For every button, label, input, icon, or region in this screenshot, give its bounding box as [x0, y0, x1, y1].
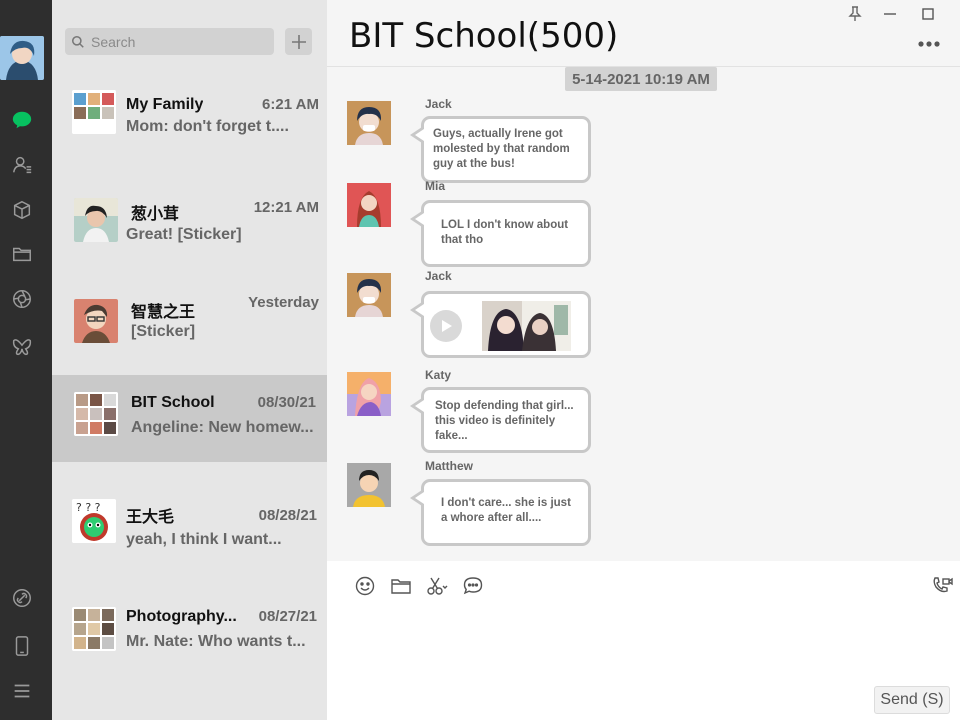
chat-icon[interactable] [8, 106, 36, 134]
conversation-item[interactable]: 智慧之王 Yesterday [Sticker] [52, 272, 327, 375]
sender-avatar[interactable] [347, 101, 391, 145]
send-button[interactable]: Send (S) [874, 686, 950, 714]
conversation-preview: Angeline: New homew... [131, 419, 314, 436]
contacts-icon[interactable] [8, 151, 36, 179]
message-bubble[interactable]: I don't care... she is just a whore afte… [410, 479, 591, 546]
play-icon[interactable] [430, 310, 462, 342]
more-options-button[interactable] [918, 30, 940, 53]
conversation-time: 08/28/21 [258, 507, 317, 524]
message-text: Stop defending that girl... this video i… [435, 400, 574, 442]
comment-icon[interactable] [462, 575, 484, 597]
message-text: Guys, actually Irene got molested by tha… [433, 128, 570, 170]
chat-header: BIT School(500) [327, 0, 960, 67]
minimize-icon[interactable] [881, 6, 899, 22]
conversation-item[interactable]: Photography... 08/27/21 Mr. Nate: Who wa… [52, 570, 327, 690]
cube-icon[interactable] [8, 196, 36, 224]
date-divider: 5-14-2021 10:19 AM [565, 67, 717, 91]
conversation-item-selected[interactable]: BIT School 08/30/21 Angeline: New homew.… [52, 375, 327, 462]
sender-avatar[interactable] [347, 183, 391, 227]
conversation-list: My Family 6:21 AM Mom: don't forget t...… [52, 0, 327, 720]
conversation-name: Photography... [126, 608, 237, 625]
conversation-preview: Mom: don't forget t.... [126, 118, 289, 135]
message-text: LOL I don't know about that tho [441, 219, 569, 246]
more-icon [918, 41, 940, 47]
message-bubble[interactable]: LOL I don't know about that tho [410, 200, 591, 267]
conversation-preview: Great! [Sticker] [126, 226, 242, 243]
message-bubble[interactable]: Stop defending that girl... this video i… [410, 387, 591, 453]
group-avatar [72, 90, 116, 134]
conversation-item[interactable]: 葱小茸 12:21 AM Great! [Sticker] [52, 170, 327, 272]
sender-name: Jack [425, 269, 452, 283]
conversation-name: My Family [126, 96, 204, 113]
conversation-preview: Mr. Nate: Who wants t... [126, 633, 306, 650]
pin-icon[interactable] [846, 6, 864, 22]
search-box[interactable] [65, 28, 274, 55]
plus-icon [291, 34, 306, 49]
sender-avatar[interactable] [347, 273, 391, 317]
conversation-preview: yeah, I think I want... [126, 531, 282, 548]
maximize-icon[interactable] [919, 6, 937, 22]
sender-avatar[interactable] [347, 463, 391, 507]
conversation-name: BIT School [131, 394, 215, 411]
conversation-time: 6:21 AM [262, 96, 319, 113]
contact-avatar [74, 299, 118, 343]
aperture-icon[interactable] [8, 285, 36, 313]
video-message-bubble[interactable] [410, 291, 591, 358]
chat-title: BIT School(500) [349, 16, 619, 56]
nav-rail [0, 0, 52, 720]
chat-panel: BIT School(500) 5-14-2021 10:19 AM Jack … [327, 0, 960, 720]
message-text: I don't care... she is just a whore afte… [441, 497, 571, 524]
message-bubble[interactable]: Guys, actually Irene got molested by tha… [410, 116, 591, 183]
search-icon [71, 35, 84, 48]
video-thumbnail [482, 301, 571, 351]
sender-name: Jack [425, 97, 452, 111]
folder-icon[interactable] [390, 575, 412, 597]
conversation-name: 智慧之王 [131, 304, 196, 321]
emoji-icon[interactable] [354, 575, 376, 597]
group-avatar [72, 607, 116, 651]
conversation-item[interactable]: ? ? ? 王大毛 08/28/21 yeah, I think I want.… [52, 462, 327, 570]
message-composer: Send (S) [327, 561, 960, 720]
conversation-item[interactable]: My Family 6:21 AM Mom: don't forget t...… [52, 68, 327, 170]
search-input[interactable] [91, 33, 261, 50]
user-avatar[interactable] [0, 36, 44, 80]
conversation-time: 12:21 AM [253, 199, 319, 216]
contact-avatar: ? ? ? [72, 499, 116, 543]
conversation-time: Yesterday [248, 294, 319, 311]
svg-text:? ? ?: ? ? ? [76, 501, 101, 514]
contact-avatar [74, 198, 118, 242]
butterfly-icon[interactable] [8, 333, 36, 361]
conversation-name: 王大毛 [126, 509, 175, 526]
menu-icon[interactable] [8, 677, 36, 705]
sender-name: Katy [425, 368, 452, 382]
scissors-icon[interactable] [426, 575, 448, 597]
sender-avatar[interactable] [347, 372, 391, 416]
phone-icon[interactable] [8, 632, 36, 660]
add-chat-button[interactable] [285, 28, 312, 55]
conversation-time: 08/27/21 [258, 608, 317, 625]
conversation-preview: [Sticker] [131, 323, 196, 340]
group-avatar [74, 392, 118, 436]
sender-name: Mia [425, 179, 446, 193]
sender-name: Matthew [425, 459, 473, 473]
conversation-name: 葱小茸 [131, 206, 180, 223]
link-icon[interactable] [8, 584, 36, 612]
folder-icon[interactable] [8, 240, 36, 268]
video-call-icon[interactable] [931, 575, 953, 597]
conversation-time: 08/30/21 [257, 394, 316, 411]
conversation-items: My Family 6:21 AM Mom: don't forget t...… [52, 68, 327, 690]
